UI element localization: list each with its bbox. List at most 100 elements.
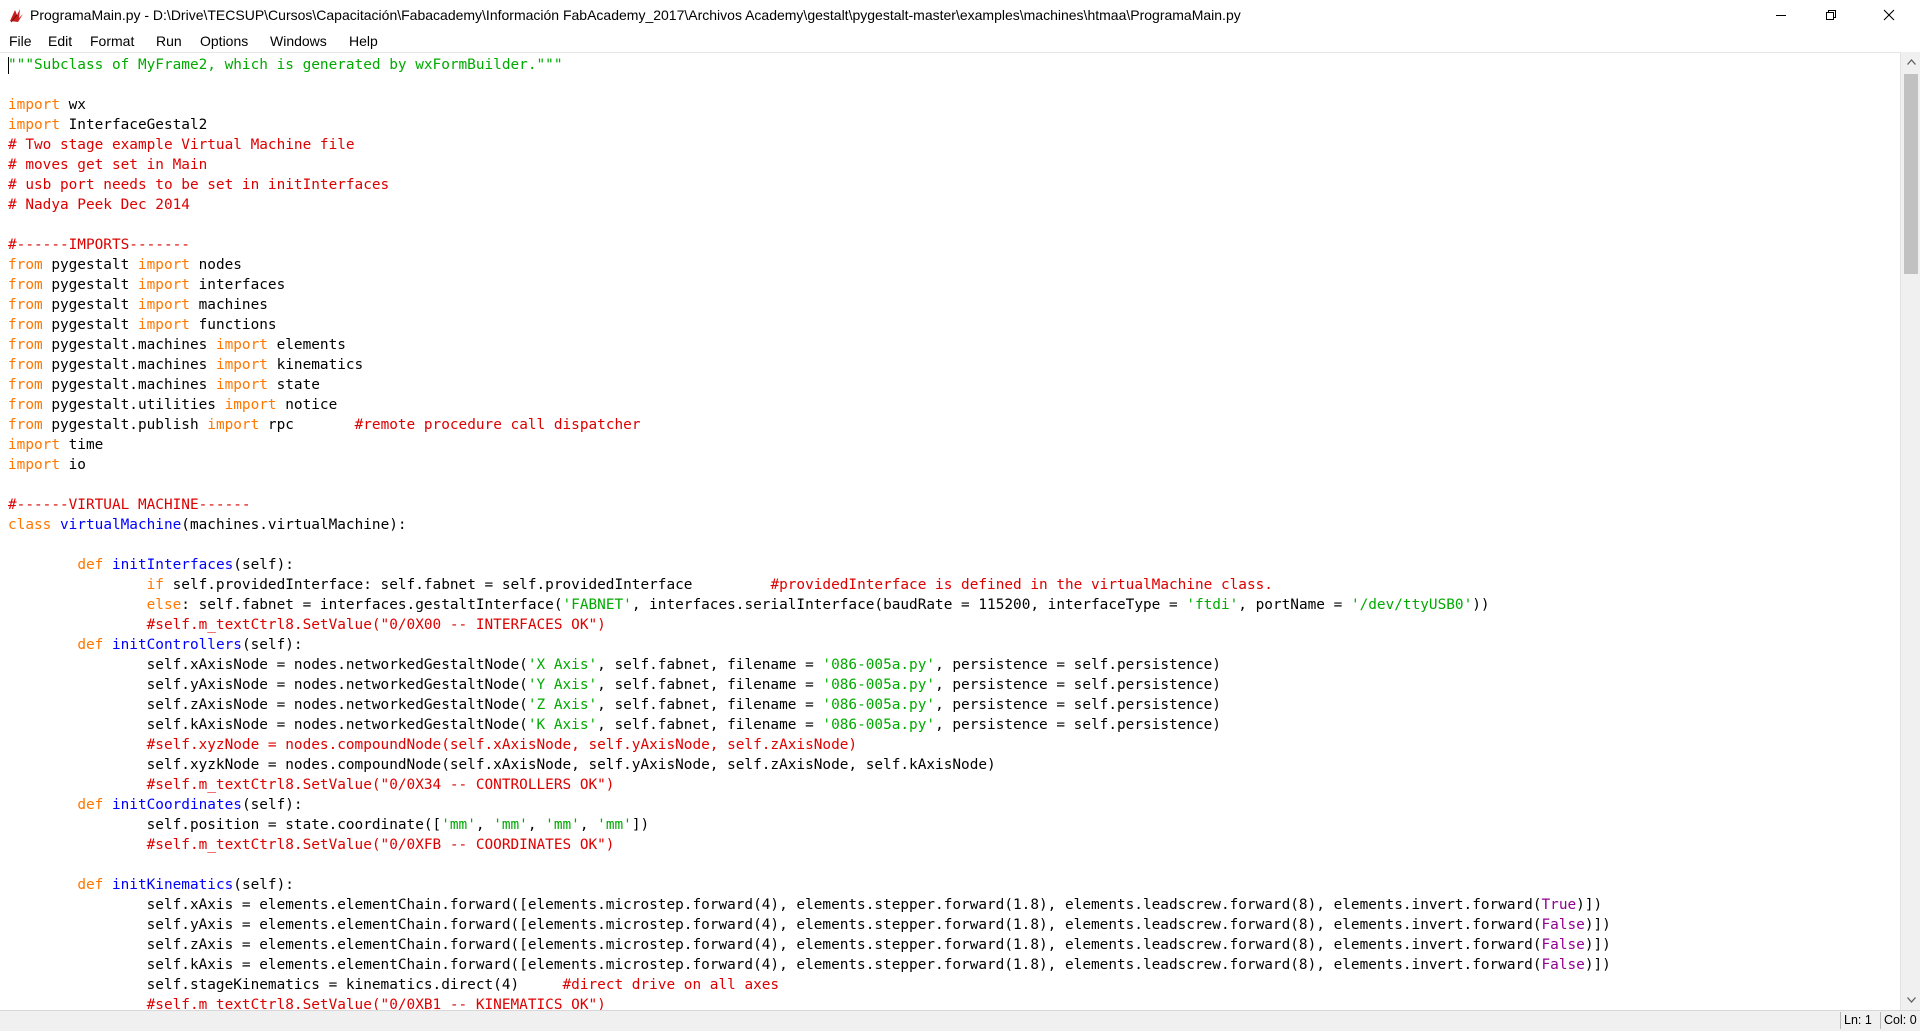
code-line[interactable]: from pygestalt.publish import rpc #remot…: [8, 415, 641, 435]
code-keyword: from: [8, 377, 43, 393]
code-line[interactable]: from pygestalt import interfaces: [8, 275, 285, 295]
code-keyword: import: [8, 437, 60, 453]
code-line[interactable]: self.xAxisNode = nodes.networkedGestaltN…: [8, 655, 1221, 675]
code-line[interactable]: # Nadya Peek Dec 2014: [8, 195, 190, 215]
code-keyword: from: [8, 297, 43, 313]
menu-windows[interactable]: Windows: [270, 33, 327, 49]
code-line[interactable]: if self.providedInterface: self.fabnet =…: [8, 575, 1273, 595]
code-line[interactable]: self.position = state.coordinate(['mm', …: [8, 815, 650, 835]
code-line[interactable]: self.kAxis = elements.elementChain.forwa…: [8, 955, 1611, 975]
restore-button[interactable]: [1808, 0, 1854, 30]
code-text: machines: [189, 297, 268, 313]
code-line[interactable]: #self.m_textCtrl8.SetValue("0/0X34 -- CO…: [8, 775, 615, 795]
code-text: self.kAxisNode = nodes.networkedGestaltN…: [8, 717, 528, 733]
code-line[interactable]: """Subclass of MyFrame2, which is genera…: [8, 55, 563, 75]
code-line[interactable]: def initCoordinates(self):: [8, 795, 302, 815]
code-line[interactable]: from pygestalt.utilities import notice: [8, 395, 337, 415]
code-text: ]): [631, 817, 650, 833]
code-line[interactable]: from pygestalt.machines import elements: [8, 335, 346, 355]
code-line[interactable]: self.yAxisNode = nodes.networkedGestaltN…: [8, 675, 1221, 695]
code-line[interactable]: self.yAxis = elements.elementChain.forwa…: [8, 915, 1611, 935]
code-line[interactable]: self.xAxis = elements.elementChain.forwa…: [8, 895, 1603, 915]
code-text: pygestalt.machines: [42, 377, 216, 393]
code-text: )]): [1576, 897, 1603, 913]
code-line[interactable]: self.kAxisNode = nodes.networkedGestaltN…: [8, 715, 1221, 735]
vertical-scrollbar[interactable]: [1900, 52, 1920, 1010]
code-line[interactable]: else: self.fabnet = interfaces.gestaltIn…: [8, 595, 1490, 615]
code-line[interactable]: # Two stage example Virtual Machine file: [8, 135, 355, 155]
code-line[interactable]: self.stageKinematics = kinematics.direct…: [8, 975, 780, 995]
code-text: pygestalt.machines: [42, 357, 216, 373]
code-line[interactable]: import wx: [8, 95, 86, 115]
code-line[interactable]: import time: [8, 435, 103, 455]
code-text: time: [59, 437, 104, 453]
code-comment: #remote procedure call dispatcher: [354, 417, 641, 433]
code-definition: initKinematics: [111, 877, 234, 893]
code-text: (self):: [233, 557, 294, 573]
close-button[interactable]: [1866, 0, 1912, 30]
code-line[interactable]: from pygestalt import functions: [8, 315, 277, 335]
code-string: '/dev/ttyUSB0': [1350, 597, 1473, 613]
code-text: (machines.virtualMachine):: [181, 517, 407, 533]
code-line[interactable]: from pygestalt import machines: [8, 295, 268, 315]
code-definition: initInterfaces: [111, 557, 234, 573]
code-line[interactable]: def initInterfaces(self):: [8, 555, 294, 575]
code-line[interactable]: # usb port needs to be set in initInterf…: [8, 175, 389, 195]
scroll-down-button[interactable]: [1901, 990, 1920, 1010]
code-keyword: import: [215, 377, 268, 393]
code-keyword: import: [215, 337, 268, 353]
code-keyword: import: [8, 117, 60, 133]
code-keyword: import: [8, 97, 60, 113]
code-comment: #direct drive on all axes: [562, 977, 780, 993]
scroll-up-button[interactable]: [1901, 52, 1920, 72]
menu-file[interactable]: File: [9, 33, 32, 49]
code-builtin: False: [1541, 917, 1585, 933]
menu-run[interactable]: Run: [156, 33, 182, 49]
code-editor[interactable]: """Subclass of MyFrame2, which is genera…: [0, 52, 1900, 1011]
code-line[interactable]: #self.m_textCtrl8.SetValue("0/0X00 -- IN…: [8, 615, 606, 635]
code-text: , portName =: [1238, 597, 1351, 613]
code-line[interactable]: import io: [8, 455, 86, 475]
code-string: '086-005a.py': [822, 697, 936, 713]
code-text: self.position = state.coordinate([: [8, 817, 442, 833]
code-line[interactable]: #self.m_textCtrl8.SetValue("0/0XFB -- CO…: [8, 835, 615, 855]
minimize-button[interactable]: [1758, 0, 1804, 30]
code-line[interactable]: #------VIRTUAL MACHINE------: [8, 495, 251, 515]
code-keyword: import: [137, 317, 190, 333]
window-title: ProgramaMain.py - D:\Drive\TECSUP\Cursos…: [30, 7, 1241, 23]
code-line[interactable]: #------IMPORTS-------: [8, 235, 190, 255]
scrollbar-thumb[interactable]: [1904, 74, 1918, 274]
code-line[interactable]: self.zAxis = elements.elementChain.forwa…: [8, 935, 1611, 955]
code-text: )]): [1584, 917, 1611, 933]
menu-edit[interactable]: Edit: [48, 33, 72, 49]
code-line[interactable]: # moves get set in Main: [8, 155, 207, 175]
code-line[interactable]: #self.xyzNode = nodes.compoundNode(self.…: [8, 735, 857, 755]
code-keyword: from: [8, 257, 43, 273]
code-line[interactable]: self.zAxisNode = nodes.networkedGestaltN…: [8, 695, 1221, 715]
code-line[interactable]: #self.m_textCtrl8.SetValue("0/0XB1 -- KI…: [8, 995, 606, 1011]
code-text: , persistence = self.persistence): [935, 697, 1221, 713]
code-line[interactable]: import InterfaceGestal2: [8, 115, 207, 135]
code-line[interactable]: from pygestalt.machines import state: [8, 375, 320, 395]
code-line[interactable]: self.xyzkNode = nodes.compoundNode(self.…: [8, 755, 996, 775]
tk-feather-icon[interactable]: [8, 6, 26, 24]
code-line[interactable]: def initControllers(self):: [8, 635, 303, 655]
code-line[interactable]: from pygestalt import nodes: [8, 255, 242, 275]
code-text: , self.fabnet, filename =: [597, 717, 823, 733]
menu-help[interactable]: Help: [349, 33, 378, 49]
menu-format[interactable]: Format: [90, 33, 134, 49]
code-line[interactable]: from pygestalt.machines import kinematic…: [8, 355, 363, 375]
code-keyword: from: [8, 397, 43, 413]
code-line[interactable]: def initKinematics(self):: [8, 875, 294, 895]
code-keyword: from: [8, 417, 43, 433]
code-text: (self):: [241, 637, 303, 653]
code-text: nodes: [189, 257, 242, 273]
menu-options[interactable]: Options: [200, 33, 248, 49]
code-text: pygestalt: [42, 297, 138, 313]
code-line[interactable]: class virtualMachine(machines.virtualMac…: [8, 515, 407, 535]
